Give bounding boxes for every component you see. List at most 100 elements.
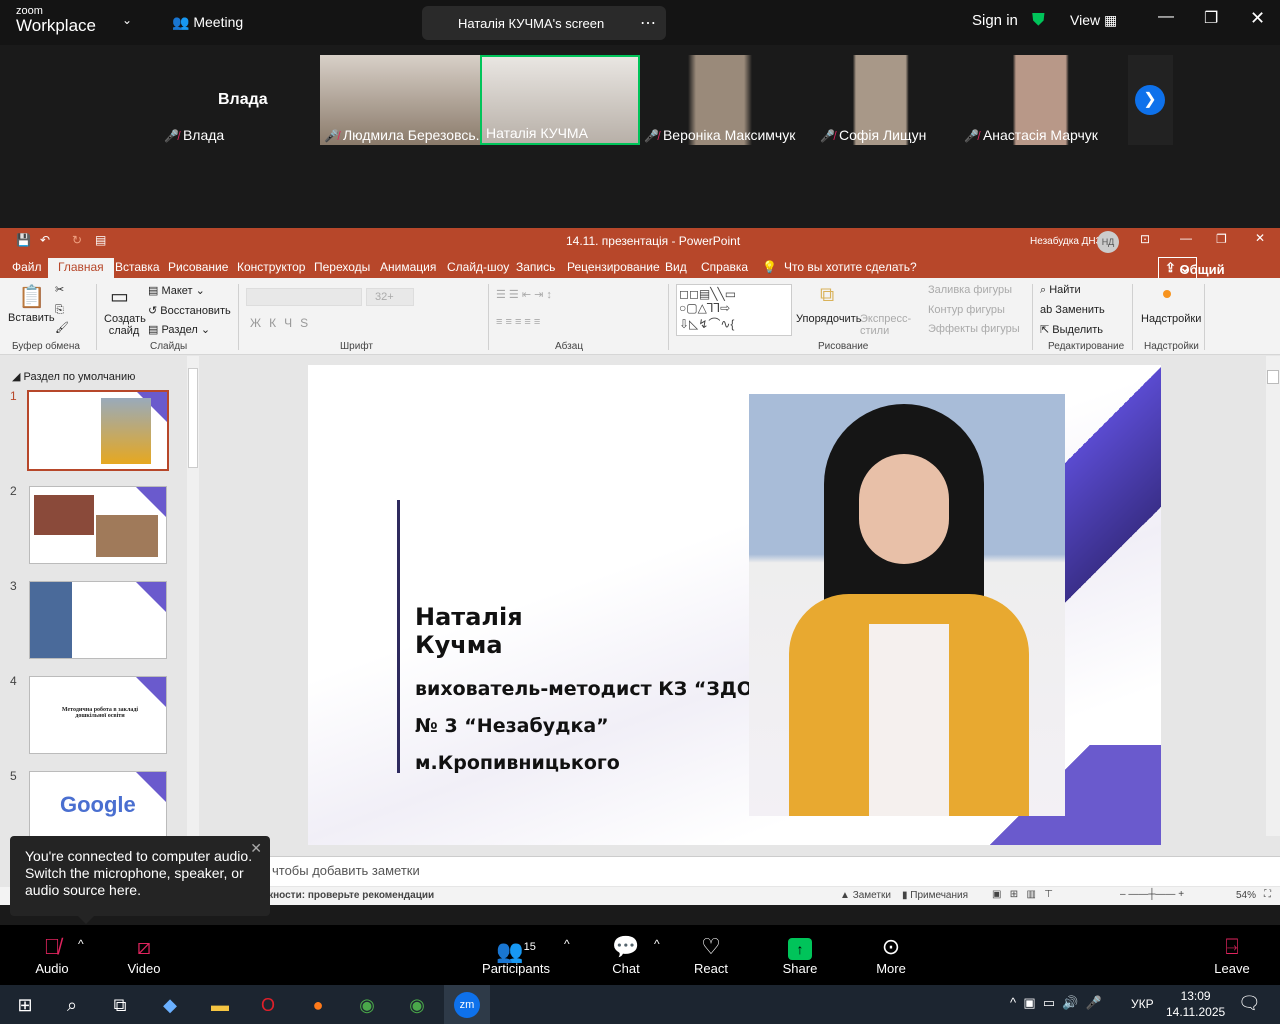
tab-record[interactable]: Запись <box>516 260 555 274</box>
shape-outline-button[interactable]: Контур фигуры <box>928 304 1005 316</box>
present-icon[interactable]: ▤ <box>95 233 106 247</box>
chrome-icon[interactable]: ◉ <box>352 991 382 1019</box>
slide-canvas[interactable]: Наталія Кучма вихователь-методист КЗ “ЗДО… <box>308 365 1161 845</box>
cut-icon[interactable]: ✂ <box>55 283 64 296</box>
arrange-button[interactable]: Упорядочить <box>796 313 861 325</box>
section-button[interactable]: ▤ Раздел ⌄ <box>148 323 210 336</box>
font-format-buttons[interactable]: ЖКЧS <box>250 316 316 330</box>
audio-options-caret[interactable]: ^ <box>78 937 84 951</box>
chat-caret[interactable]: ^ <box>654 937 660 951</box>
shape-fill-button[interactable]: Заливка фигуры <box>928 284 1012 296</box>
close-icon[interactable]: ✕ <box>250 840 262 857</box>
task-view-icon[interactable]: ⧉ <box>105 991 135 1019</box>
view-buttons[interactable]: ▣ ⊞ ▥ ⊤ <box>992 889 1053 900</box>
tab-design[interactable]: Конструктор <box>237 260 305 274</box>
select-button[interactable]: ⇱ Выделить <box>1040 323 1103 336</box>
slide-thumbnail-3[interactable] <box>29 581 167 659</box>
addins-button[interactable]: Надстройки <box>1141 313 1201 325</box>
copilot-icon[interactable]: ◆ <box>155 991 185 1019</box>
participant-tile[interactable]: 🎤̸ Людмила Березовсь... <box>320 55 480 145</box>
sign-in-button[interactable]: Sign in <box>972 12 1018 29</box>
zoom-app-icon[interactable]: zm <box>444 985 490 1024</box>
file-explorer-icon[interactable]: ▬ <box>205 991 235 1019</box>
audio-button[interactable]: 🎙̸ Audio <box>30 933 74 976</box>
tray-icons[interactable]: ^ ▣ ▭ 🔊 🎤 <box>1010 995 1102 1011</box>
find-button[interactable]: ⌕ Найти <box>1040 284 1081 297</box>
share-button[interactable]: ↑ Share <box>778 933 822 976</box>
share-button[interactable]: ⇪ Общий доступ ⌄ <box>1158 257 1225 292</box>
participant-tile[interactable]: 🎤̸ Вероніка Максимчук <box>640 55 800 145</box>
tab-help[interactable]: Справка <box>701 260 748 274</box>
format-painter-icon[interactable]: 🖌 <box>55 321 69 334</box>
notes-pane[interactable]: чтобы добавить заметки <box>200 856 1280 886</box>
tab-insert[interactable]: Вставка <box>115 260 160 274</box>
meeting-tab[interactable]: 👥 Meeting <box>172 14 243 31</box>
fit-slide-icon[interactable]: ⛶ <box>1264 889 1271 900</box>
next-page-button[interactable]: ❯ <box>1128 55 1173 145</box>
user-avatar[interactable]: НД <box>1097 231 1119 253</box>
participant-tile[interactable]: 🎤̸ Софія Лищун <box>800 55 960 145</box>
layout-button[interactable]: ▤ Макет ⌄ <box>148 284 205 297</box>
notifications-icon[interactable]: 🗨 <box>1238 993 1261 1014</box>
shapes-gallery[interactable]: ◻◻▤╲╲▭ ○▢△⅂⅂⇨ ⇩◺↯⌒∿{ <box>676 284 792 336</box>
slide-thumbnail-2[interactable] <box>29 486 167 564</box>
opera-icon[interactable]: O <box>253 991 283 1019</box>
slide-thumbnail-1[interactable] <box>27 390 169 471</box>
slide-thumbnail-4[interactable]: Методична робота в закладі дошкільної ос… <box>29 676 167 754</box>
quick-styles-button[interactable]: Экспресс-стили <box>860 313 911 337</box>
video-button[interactable]: ⧄ Video <box>122 933 166 976</box>
react-button[interactable]: ♡ React <box>690 933 732 976</box>
shape-effects-button[interactable]: Эффекты фигуры <box>928 323 1020 335</box>
copy-icon[interactable]: ⎘ <box>55 304 64 317</box>
tab-transitions[interactable]: Переходы <box>314 260 370 274</box>
tab-animations[interactable]: Анимация <box>380 260 436 274</box>
redo-icon[interactable]: ↻ <box>72 233 82 247</box>
close-icon[interactable]: ✕ <box>1255 231 1265 245</box>
more-options-icon[interactable]: ⋯ <box>640 13 656 33</box>
zoom-slider[interactable]: – ——┼—— + <box>1120 889 1184 900</box>
tab-slideshow[interactable]: Слайд-шоу <box>447 260 509 274</box>
minimize-icon[interactable]: — <box>1180 231 1192 245</box>
chat-button[interactable]: 💬 Chat <box>606 933 646 976</box>
font-size-input[interactable]: 32+ <box>366 288 414 306</box>
section-header[interactable]: ◢ Раздел по умолчанию <box>12 370 135 383</box>
participant-tile-active[interactable]: Наталія КУЧМА <box>480 55 640 145</box>
more-button[interactable]: ⊙ More <box>870 933 912 976</box>
language-indicator[interactable]: УКР <box>1131 997 1154 1011</box>
tab-home[interactable]: Главная <box>48 258 114 278</box>
search-icon[interactable]: ⌕ <box>57 991 87 1019</box>
participant-tile[interactable]: 🎤̸ Анастасія Марчук <box>960 55 1120 145</box>
ribbon-display-icon[interactable]: ⊡ <box>1140 232 1150 246</box>
minimize-icon[interactable]: — <box>1158 8 1174 26</box>
maximize-icon[interactable]: ❐ <box>1204 8 1218 28</box>
participant-tile[interactable]: Влада 🎤̸ Влада <box>160 55 320 145</box>
tab-review[interactable]: Рецензирование <box>567 260 660 274</box>
chevron-down-icon[interactable]: ⌄ <box>122 13 132 27</box>
notes-toggle[interactable]: ▲ Заметки <box>840 890 891 901</box>
replace-button[interactable]: ab Заменить <box>1040 304 1105 316</box>
save-icon[interactable]: 💾 <box>16 233 31 247</box>
tab-view[interactable]: Вид <box>665 260 687 274</box>
participants-button[interactable]: 👥15 Participants <box>482 933 550 976</box>
maximize-icon[interactable]: ❐ <box>1216 232 1227 246</box>
tell-me-search[interactable]: Что вы хотите сделать? <box>784 260 917 274</box>
close-icon[interactable]: ✕ <box>1250 8 1265 29</box>
thumbnails-scrollbar[interactable] <box>187 356 199 836</box>
comments-toggle[interactable]: ▮ Примечания <box>902 890 968 901</box>
accessibility-status[interactable]: жности: проверьте рекомендации <box>266 890 434 901</box>
zoom-level[interactable]: 54% <box>1236 890 1256 901</box>
new-slide-button[interactable]: Создать слайд <box>104 313 146 337</box>
participants-caret[interactable]: ^ <box>564 937 570 951</box>
bullets-icon[interactable]: ☰ ☰ ⇤ ⇥ ↕ <box>496 288 552 301</box>
tab-draw[interactable]: Рисование <box>168 260 228 274</box>
leave-button[interactable]: ⍈ Leave <box>1212 933 1252 976</box>
paste-icon[interactable]: 📋 <box>18 284 45 310</box>
view-button[interactable]: View ▦ <box>1070 12 1117 29</box>
paste-button[interactable]: Вставить <box>8 312 55 324</box>
align-icons[interactable]: ≡ ≡ ≡ ≡ ≡ <box>496 316 540 328</box>
firefox-icon[interactable]: ● <box>303 991 333 1019</box>
reset-button[interactable]: ↺ Восстановить <box>148 304 231 317</box>
clock[interactable]: 13:09 14.11.2025 <box>1166 988 1225 1020</box>
slide-scrollbar[interactable] <box>1266 356 1280 836</box>
font-name-input[interactable] <box>246 288 362 306</box>
